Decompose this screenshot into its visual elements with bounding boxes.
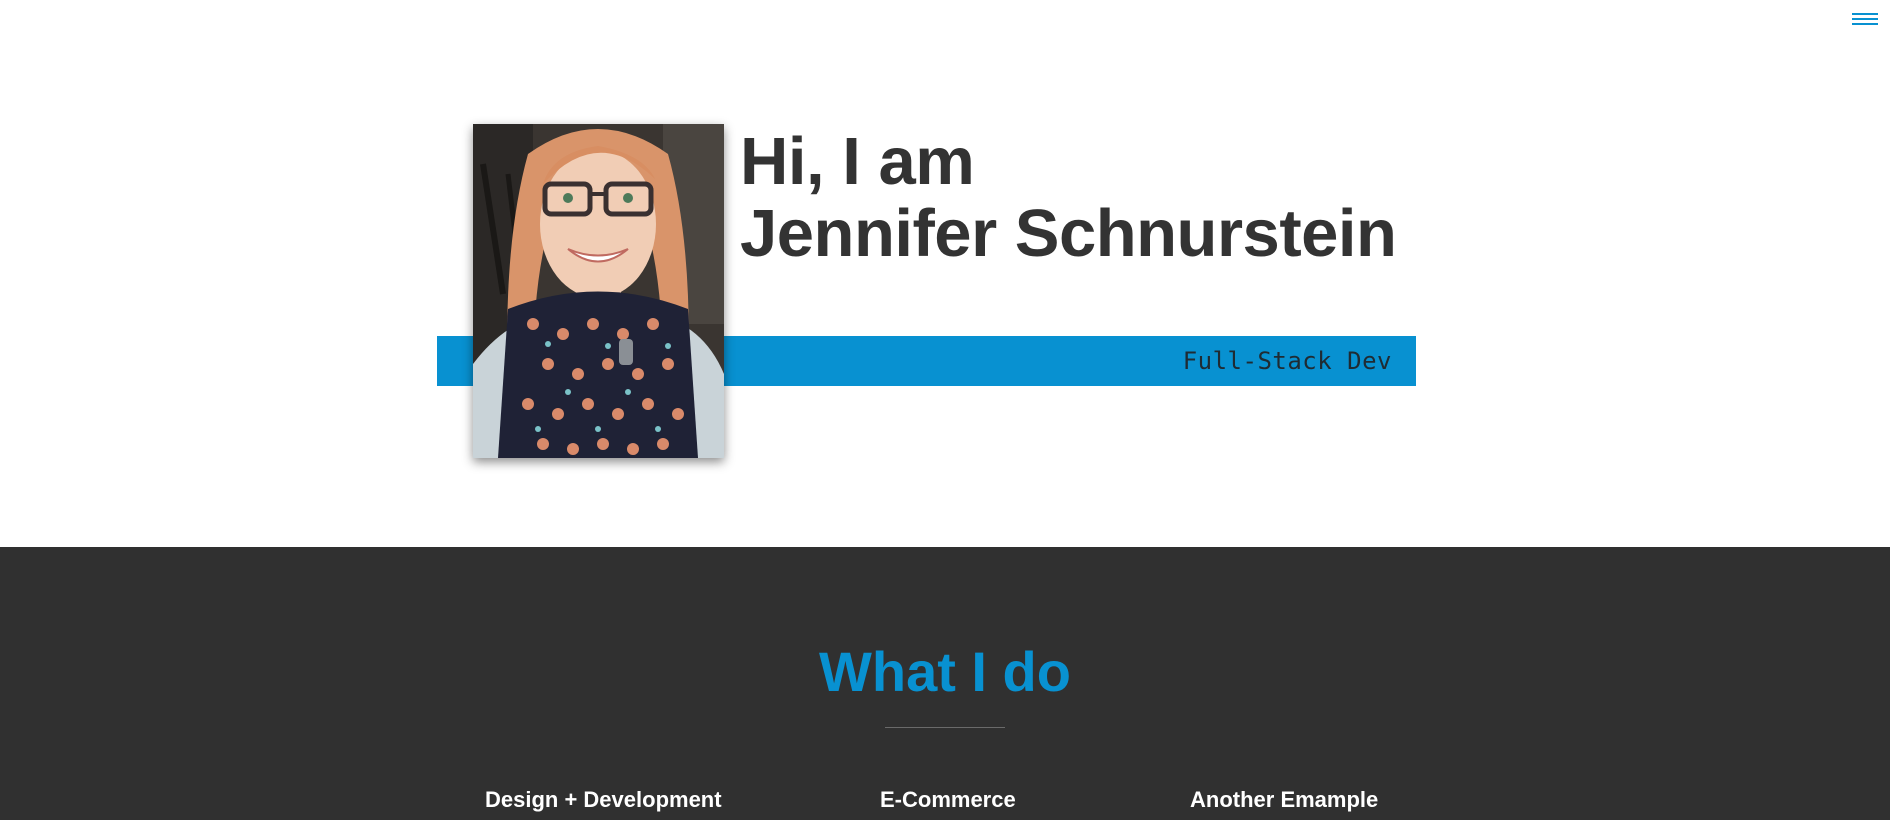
services-title: What I do (819, 640, 1071, 703)
hero-headline: Hi, I am Jennifer Schnurstein (740, 124, 1397, 271)
profile-photo (473, 124, 724, 458)
name-text: Jennifer Schnurstein (740, 196, 1397, 271)
section-divider (885, 727, 1005, 728)
greeting-text: Hi, I am (740, 124, 975, 199)
role-label: Full-Stack Dev (1182, 347, 1392, 375)
service-item-e-commerce: E-Commerce (880, 787, 1016, 812)
services-section: What I do Design + Development E-Commerc… (0, 547, 1890, 820)
hero-section: Full-Stack Dev Hi, I am Jennifer Schnurs… (0, 0, 1890, 547)
service-item-another-example: Another Emample (1190, 787, 1379, 812)
service-item-design-development: Design + Development (485, 787, 722, 812)
hamburger-menu-icon[interactable] (1850, 8, 1880, 32)
